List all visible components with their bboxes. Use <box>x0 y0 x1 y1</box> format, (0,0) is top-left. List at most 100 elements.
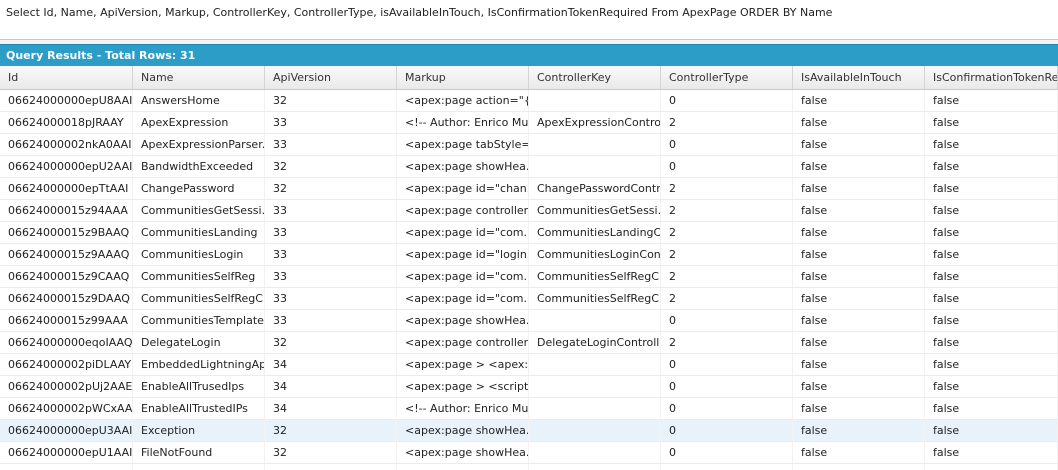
cell-isavailableintouch[interactable]: false <box>793 420 925 441</box>
cell-controllertype[interactable]: 0 <box>661 354 793 375</box>
cell-apiversion[interactable]: 34 <box>265 376 397 397</box>
cell-id[interactable]: 06624000000epU8AAI <box>0 90 133 111</box>
soql-query-input[interactable]: Select Id, Name, ApiVersion, Markup, Con… <box>0 0 1058 40</box>
cell-controllerkey[interactable]: CommunitiesLandingC... <box>529 222 661 243</box>
cell-name[interactable]: ApexExpressionParser... <box>133 134 265 155</box>
cell-markup[interactable]: <!-- Author: Enrico Mu... <box>397 112 529 133</box>
cell-controllertype[interactable]: 2 <box>661 288 793 309</box>
cell-isavailableintouch[interactable]: false <box>793 222 925 243</box>
cell-apiversion[interactable]: 32 <box>265 90 397 111</box>
cell-name[interactable]: CommunitiesTemplate <box>133 310 265 331</box>
cell-isconfirmationtokenrequired[interactable]: false <box>925 156 1058 177</box>
cell-name[interactable]: Exception <box>133 420 265 441</box>
cell-isconfirmationtokenrequired[interactable]: false <box>925 442 1058 463</box>
cell-isavailableintouch[interactable]: false <box>793 266 925 287</box>
cell-controllertype[interactable]: 0 <box>661 156 793 177</box>
cell-markup[interactable]: <apex:page tabStyle=... <box>397 134 529 155</box>
cell-name[interactable]: CommunitiesGetSessi... <box>133 200 265 221</box>
table-row[interactable]: 06624000000epTtAAI ChangePassword 32 <apex:… <box>0 178 1058 200</box>
table-row[interactable]: 06624000002pUj2AAE EnableAllTrusedIps 34 <a… <box>0 376 1058 398</box>
cell-apiversion[interactable]: 33 <box>265 288 397 309</box>
cell-markup[interactable]: <apex:page > <apex:... <box>397 354 529 375</box>
cell-apiversion[interactable]: 32 <box>265 156 397 177</box>
cell-name[interactable]: DelegateLogin <box>133 332 265 353</box>
cell-controllertype[interactable]: 2 <box>661 244 793 265</box>
table-row[interactable]: 06624000015z9CAAQ CommunitiesSelfReg 33 <ap… <box>0 266 1058 288</box>
cell-markup[interactable]: <apex:page controller... <box>397 200 529 221</box>
cell-id[interactable]: 06624000000epTtAAI <box>0 178 133 199</box>
cell-controllerkey[interactable] <box>529 156 661 177</box>
cell-markup[interactable]: <apex:page id="com... <box>397 266 529 287</box>
cell-isconfirmationtokenrequired[interactable]: false <box>925 464 1058 470</box>
cell-apiversion[interactable]: 33 <box>265 134 397 155</box>
cell-apiversion[interactable]: 33 <box>265 266 397 287</box>
cell-isconfirmationtokenrequired[interactable]: false <box>925 178 1058 199</box>
table-row[interactable]: 06624000015z9AAAQ CommunitiesLogin 33 <apex… <box>0 244 1058 266</box>
column-header-isconfirmationtokenrequired[interactable]: IsConfirmationTokenRequired <box>925 66 1058 89</box>
cell-isavailableintouch[interactable]: false <box>793 134 925 155</box>
cell-isavailableintouch[interactable]: false <box>793 156 925 177</box>
cell-isconfirmationtokenrequired[interactable]: false <box>925 266 1058 287</box>
cell-isavailableintouch[interactable]: false <box>793 178 925 199</box>
cell-markup[interactable]: <apex:page id="chan... <box>397 178 529 199</box>
cell-isavailableintouch[interactable]: false <box>793 442 925 463</box>
cell-id[interactable]: 06624000002piDLAAY <box>0 354 133 375</box>
cell-name[interactable]: BandwidthExceeded <box>133 156 265 177</box>
cell-isconfirmationtokenrequired[interactable]: false <box>925 134 1058 155</box>
table-row[interactable]: 06624000000epU8AAI AnswersHome 32 <apex:pag… <box>0 90 1058 112</box>
cell-controllerkey[interactable]: CommunitiesSelfRegC... <box>529 266 661 287</box>
cell-markup[interactable]: <apex:page showHea... <box>397 310 529 331</box>
cell-controllertype[interactable]: 0 <box>661 90 793 111</box>
cell-isavailableintouch[interactable]: false <box>793 244 925 265</box>
table-row[interactable]: 06624000002nkA0AAI ApexExpressionParser..… <box>0 134 1058 156</box>
cell-markup[interactable]: <!-- Author: Enrico Mu... <box>397 398 529 419</box>
cell-controllertype[interactable]: 0 <box>661 420 793 441</box>
cell-name[interactable]: ForgotPassword <box>133 464 265 470</box>
cell-isavailableintouch[interactable]: false <box>793 376 925 397</box>
cell-isconfirmationtokenrequired[interactable]: false <box>925 288 1058 309</box>
cell-markup[interactable]: <apex:page showHea... <box>397 420 529 441</box>
cell-apiversion[interactable]: 32 <box>265 420 397 441</box>
cell-markup[interactable]: <apex:page id="com... <box>397 288 529 309</box>
cell-id[interactable]: 06624000015z99AAA <box>0 310 133 331</box>
table-row[interactable]: 06624000018pJRAAY ApexExpression 33 <!-- Au… <box>0 112 1058 134</box>
cell-isconfirmationtokenrequired[interactable]: false <box>925 112 1058 133</box>
cell-isconfirmationtokenrequired[interactable]: false <box>925 420 1058 441</box>
cell-markup[interactable]: <apex:page showHea... <box>397 442 529 463</box>
cell-id[interactable]: 06624000000epU3AAI <box>0 420 133 441</box>
table-row[interactable]: 06624000000epU2AAI BandwidthExceeded 32 <ap… <box>0 156 1058 178</box>
cell-id[interactable]: 06624000002nkA0AAI <box>0 134 133 155</box>
cell-isconfirmationtokenrequired[interactable]: false <box>925 90 1058 111</box>
cell-controllertype[interactable]: 0 <box>661 398 793 419</box>
cell-apiversion[interactable]: 32 <box>265 332 397 353</box>
cell-isavailableintouch[interactable]: false <box>793 464 925 470</box>
table-row[interactable]: 06624000000epU1AAI FileNotFound 32 <apex:pa… <box>0 442 1058 464</box>
cell-controllerkey[interactable] <box>529 376 661 397</box>
cell-isconfirmationtokenrequired[interactable]: false <box>925 310 1058 331</box>
cell-apiversion[interactable]: 32 <box>265 464 397 470</box>
cell-controllerkey[interactable]: CommunitiesLoginCon... <box>529 244 661 265</box>
cell-markup[interactable]: <apex:page id="login... <box>397 244 529 265</box>
table-row[interactable]: 06624000015z9DAAQ CommunitiesSelfRegC... 3… <box>0 288 1058 310</box>
cell-controllerkey[interactable]: ApexExpressionContro... <box>529 112 661 133</box>
cell-controllertype[interactable]: 2 <box>661 222 793 243</box>
table-row[interactable]: 06624000002pWCxAAM EnableAllTrustedIPs 34 <… <box>0 398 1058 420</box>
cell-controllerkey[interactable] <box>529 134 661 155</box>
cell-isavailableintouch[interactable]: false <box>793 310 925 331</box>
cell-controllertype[interactable]: 0 <box>661 134 793 155</box>
cell-controllerkey[interactable] <box>529 90 661 111</box>
cell-apiversion[interactable]: 33 <box>265 310 397 331</box>
cell-controllerkey[interactable] <box>529 310 661 331</box>
cell-isconfirmationtokenrequired[interactable]: false <box>925 222 1058 243</box>
cell-controllertype[interactable]: 2 <box>661 178 793 199</box>
table-row[interactable]: 06624000000epU3AAI Exception 32 <apex:page … <box>0 420 1058 442</box>
column-header-controllertype[interactable]: ControllerType <box>661 66 793 89</box>
cell-controllerkey[interactable] <box>529 442 661 463</box>
table-row[interactable]: 06624000015z9BAAQ CommunitiesLanding 33 <ap… <box>0 222 1058 244</box>
cell-apiversion[interactable]: 33 <box>265 200 397 221</box>
cell-apiversion[interactable]: 33 <box>265 222 397 243</box>
cell-apiversion[interactable]: 33 <box>265 112 397 133</box>
cell-controllertype[interactable]: 2 <box>661 266 793 287</box>
table-row[interactable]: 06624000015z99AAA CommunitiesTemplate 33 <a… <box>0 310 1058 332</box>
column-header-isavailableintouch[interactable]: IsAvailableInTouch <box>793 66 925 89</box>
